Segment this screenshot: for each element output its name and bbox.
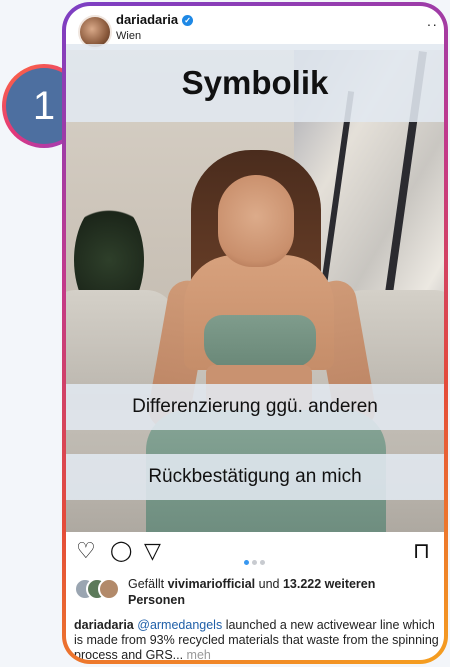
likes-middle: und xyxy=(255,577,283,591)
share-icon[interactable]: ▽ xyxy=(144,540,161,562)
person-face xyxy=(218,175,294,267)
carousel-dot xyxy=(252,560,257,565)
post-username[interactable]: dariadaria ✓ xyxy=(116,12,194,27)
avatar xyxy=(98,578,120,600)
post-actions: ♡ ◯ ▽ ⊓ xyxy=(66,534,444,568)
likes-suffix[interactable]: Personen xyxy=(128,593,185,607)
overlay-title: Symbolik xyxy=(66,44,444,122)
carousel-dot xyxy=(244,560,249,565)
post-caption: dariadaria @armedangels launched a new a… xyxy=(74,618,439,660)
caption-more-link[interactable]: meh xyxy=(183,648,211,660)
sports-bra xyxy=(204,315,316,367)
carousel-indicator xyxy=(244,552,268,570)
caption-username[interactable]: dariadaria xyxy=(74,618,134,632)
carousel-dot xyxy=(260,560,265,565)
likes-count[interactable]: 13.222 weiteren xyxy=(283,577,375,591)
likes-text[interactable]: Gefällt vivimariofficial und 13.222 weit… xyxy=(128,576,428,608)
instagram-post: dariadaria ✓ Wien ·· Symbolik Differenzie… xyxy=(66,6,444,660)
more-options-icon[interactable]: ·· xyxy=(427,16,438,32)
overlay-subtitle-2: Rückbestätigung an mich xyxy=(66,454,444,500)
instagram-post-frame: dariadaria ✓ Wien ·· Symbolik Differenzie… xyxy=(62,2,448,664)
post-location[interactable]: Wien xyxy=(116,30,141,42)
likes-row[interactable]: Gefällt vivimariofficial und 13.222 weit… xyxy=(74,574,434,614)
verified-icon: ✓ xyxy=(182,15,194,26)
like-icon[interactable]: ♡ xyxy=(76,540,96,562)
overlay-subtitle-1: Differenzierung ggü. anderen xyxy=(66,384,444,430)
likes-prefix: Gefällt xyxy=(128,577,168,591)
caption-mention[interactable]: @armedangels xyxy=(137,618,222,632)
liker-avatars xyxy=(74,578,120,600)
username-text[interactable]: dariadaria xyxy=(116,12,178,27)
likes-user[interactable]: vivimariofficial xyxy=(168,577,256,591)
save-icon[interactable]: ⊓ xyxy=(413,540,430,562)
comment-icon[interactable]: ◯ xyxy=(110,540,132,562)
